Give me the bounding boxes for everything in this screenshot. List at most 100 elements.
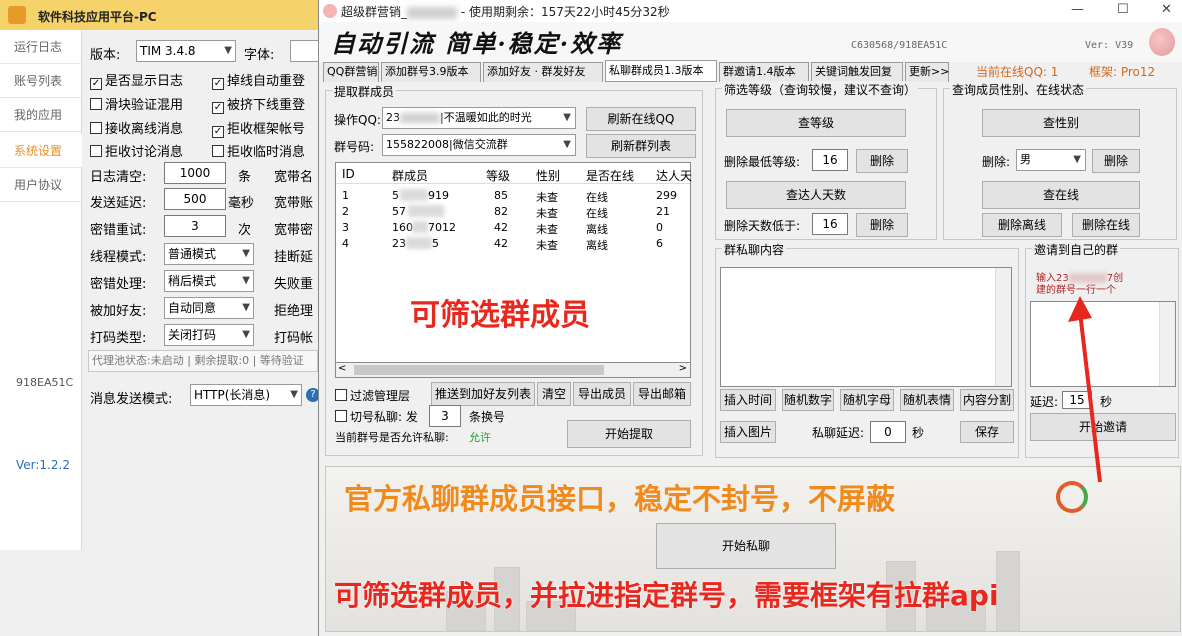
delete-by-level-button[interactable]: 删除 xyxy=(856,149,908,173)
log-clear-unit: 条 xyxy=(238,170,252,185)
city-building xyxy=(996,551,1020,631)
textarea-scrollbar[interactable] xyxy=(1159,302,1175,386)
send-delay-input[interactable]: 500 xyxy=(164,188,226,210)
nav-item-my-apps[interactable]: 我的应用 xyxy=(0,98,82,132)
maximize-icon[interactable]: ☐ xyxy=(1117,2,1129,17)
table-row[interactable]: 4 23 5 42 未查 离线 6 xyxy=(336,237,690,252)
insert-image-button[interactable]: 插入图片 xyxy=(720,421,776,443)
filter-admin-check[interactable]: 过滤管理层 xyxy=(335,387,410,404)
nav-item-system-settings[interactable]: 系统设置 xyxy=(0,134,82,168)
check-reject-discussion[interactable]: 拒收讨论消息 xyxy=(90,141,183,160)
delete-by-days-button[interactable]: 删除 xyxy=(856,213,908,237)
nav-item-run-log[interactable]: 运行日志 xyxy=(0,30,82,64)
pwd-error-select[interactable]: 稍后模式 ▼ xyxy=(164,270,254,292)
content-split-button[interactable]: 内容分割 xyxy=(960,389,1014,411)
export-members-button[interactable]: 导出成员 xyxy=(573,382,631,406)
hangup-delay-label: 挂断延 xyxy=(274,250,314,265)
start-private-chat-button[interactable]: 开始私聊 xyxy=(656,523,836,569)
save-button[interactable]: 保存 xyxy=(960,421,1014,443)
random-number-button[interactable]: 随机数字 xyxy=(782,389,834,411)
delete-offline-button[interactable]: 删除离线 xyxy=(982,213,1062,237)
textarea-scrollbar[interactable] xyxy=(995,268,1011,386)
scroll-left-icon[interactable]: < xyxy=(338,363,346,374)
gender-select[interactable]: 男 ▼ xyxy=(1016,149,1086,171)
cell-level: 42 xyxy=(494,221,508,234)
msg-mode-select[interactable]: HTTP(长消息) ▼ xyxy=(190,384,302,406)
delete-by-gender-button[interactable]: 删除 xyxy=(1092,149,1140,173)
cell-gender: 未查 xyxy=(536,191,558,204)
tab-add-group[interactable]: 添加群号3.9版本 xyxy=(381,62,481,82)
fail-retry-label: 失败重 xyxy=(274,277,314,292)
insert-time-button[interactable]: 插入时间 xyxy=(720,389,776,411)
check-reject-temp[interactable]: 拒收临时消息 xyxy=(212,141,305,160)
tab-private-chat-members[interactable]: 私聊群成员1.3版本 xyxy=(605,60,717,82)
nav-item-accounts[interactable]: 账号列表 xyxy=(0,64,82,98)
check-gender-button[interactable]: 查性别 xyxy=(982,109,1140,137)
tab-add-friends[interactable]: 添加好友 · 群发好友 xyxy=(483,62,603,82)
chevron-down-icon: ▼ xyxy=(563,112,571,123)
min-level-input[interactable]: 16 xyxy=(812,149,848,171)
random-letter-button[interactable]: 随机字母 xyxy=(840,389,894,411)
cell-days: 0 xyxy=(656,221,663,234)
table-row[interactable]: 2 57 82 未查 在线 21 xyxy=(336,205,690,220)
check-auto-relogin[interactable]: ✓ 掉线自动重登 xyxy=(212,70,305,90)
check-show-log[interactable]: ✓ 是否显示日志 xyxy=(90,70,183,90)
min-days-input[interactable]: 16 xyxy=(812,213,848,235)
scroll-right-icon[interactable]: > xyxy=(679,363,687,374)
allow-private-label: 当前群号是否允许私聊: xyxy=(335,431,449,444)
start-extract-button[interactable]: 开始提取 xyxy=(567,420,691,448)
delete-online-button[interactable]: 删除在线 xyxy=(1072,213,1140,237)
push-to-friends-button[interactable]: 推送到加好友列表 xyxy=(431,382,535,406)
group-number-select[interactable]: 155822008|微信交流群 ▼ xyxy=(382,134,576,156)
random-emoji-button[interactable]: 随机表情 xyxy=(900,389,954,411)
broadband-account-label: 宽带账 xyxy=(274,196,314,211)
cell-member: 5 xyxy=(392,189,399,202)
check-level-button[interactable]: 查等级 xyxy=(726,109,906,137)
table-row[interactable]: 1 5 919 85 未查 在线 299 xyxy=(336,189,690,204)
gender-online-group: 查询成员性别、在线状态 查性别 删除: 男 ▼ 删除 查在线 删除离线 删除在线 xyxy=(943,81,1177,240)
refresh-online-qq-button[interactable]: 刷新在线QQ xyxy=(586,107,696,131)
tab-group-invite[interactable]: 群邀请1.4版本 xyxy=(719,62,809,82)
refresh-group-list-button[interactable]: 刷新群列表 xyxy=(586,134,696,158)
switch-count-input[interactable]: 3 xyxy=(429,405,461,427)
members-table[interactable]: ID 群成员 等级 性别 是否在线 达人天 1 5 919 85 未查 在线 2… xyxy=(335,162,692,378)
cell-level: 85 xyxy=(494,189,508,202)
check-days-button[interactable]: 查达人天数 xyxy=(726,181,906,209)
close-icon[interactable]: ✕ xyxy=(1161,2,1172,17)
captcha-type-select[interactable]: 关闭打码 ▼ xyxy=(164,324,254,346)
tab-keyword-reply[interactable]: 关键词触发回复 xyxy=(811,62,903,82)
nav-item-user-agreement[interactable]: 用户协议 xyxy=(0,168,82,202)
redacted-blur xyxy=(408,205,444,217)
pwd-retry-input[interactable]: 3 xyxy=(164,215,226,237)
table-horizontal-scrollbar[interactable]: < > xyxy=(335,362,691,378)
check-reject-frame[interactable]: ✓ 拒收框架帐号 xyxy=(212,118,305,138)
cell-level: 82 xyxy=(494,205,508,218)
log-clear-input[interactable]: 1000 xyxy=(164,162,226,184)
friend-request-select[interactable]: 自动同意 ▼ xyxy=(164,297,254,319)
op-qq-select[interactable]: 23 |不温暖如此的时光 ▼ xyxy=(382,107,576,129)
thread-mode-select[interactable]: 普通模式 ▼ xyxy=(164,243,254,265)
main-title-bar: 超级群营销_ - 使用期剩余：157天22小时45分32秒 — ☐ ✕ xyxy=(319,0,1182,22)
scroll-thumb[interactable] xyxy=(354,365,604,375)
version-label: 版本: xyxy=(90,48,121,63)
check-kicked-relogin[interactable]: ✓ 被挤下线重登 xyxy=(212,94,305,114)
version-select[interactable]: TIM 3.4.8 ▼ xyxy=(136,40,236,62)
switch-account-check[interactable]: 切号私聊: 发 xyxy=(335,408,418,425)
private-delay-input[interactable]: 0 xyxy=(870,421,906,443)
check-offline-msg[interactable]: 接收离线消息 xyxy=(90,118,183,137)
gender-online-title: 查询成员性别、在线状态 xyxy=(950,81,1087,98)
check-online-button[interactable]: 查在线 xyxy=(982,181,1140,209)
group-number-label: 群号码: xyxy=(334,140,375,154)
online-qq-count: 当前在线QQ: 1 xyxy=(976,65,1059,79)
table-row[interactable]: 3 160 7012 42 未查 离线 0 xyxy=(336,221,690,236)
checkbox-checked-icon: ✓ xyxy=(212,126,224,138)
tab-qq-group-marketing[interactable]: QQ群营销 xyxy=(323,62,379,82)
check-slider-mix[interactable]: 滑块验证混用 xyxy=(90,94,183,113)
export-mail-button[interactable]: 导出邮箱 xyxy=(633,382,691,406)
send-delay-label: 发送延迟: xyxy=(90,196,147,211)
check-label: 是否显示日志 xyxy=(105,74,184,89)
tab-more[interactable]: 更新>> xyxy=(905,62,949,82)
clear-button[interactable]: 清空 xyxy=(537,382,571,406)
private-chat-textarea[interactable] xyxy=(720,267,1012,387)
minimize-icon[interactable]: — xyxy=(1071,2,1084,17)
